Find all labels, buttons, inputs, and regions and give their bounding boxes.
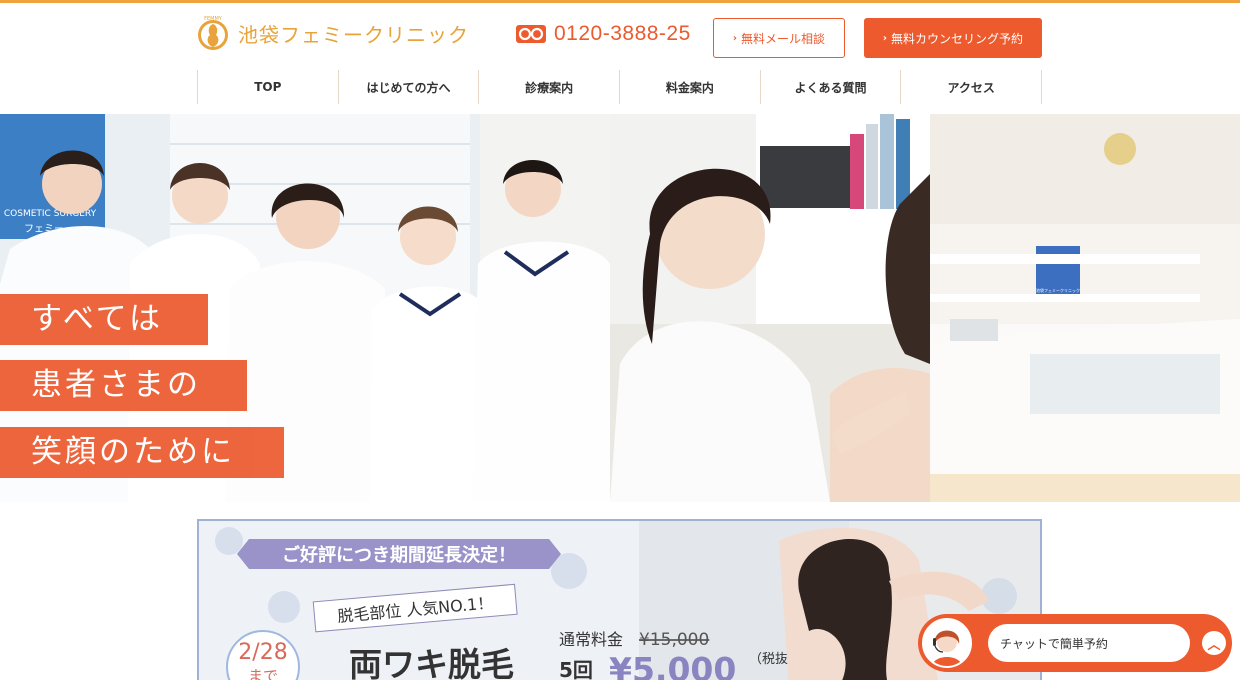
- reserve-button-label: 無料カウンセリング予約: [891, 31, 1024, 46]
- logo-emblem-text: FEMMY: [204, 16, 223, 22]
- reception-sign-text: 池袋フェミークリニック: [1036, 287, 1080, 293]
- chat-avatar: [922, 618, 972, 668]
- reception-photo: 池袋フェミークリニック: [930, 114, 1240, 502]
- nav-item-top[interactable]: TOP: [197, 70, 338, 104]
- chevron-up-icon[interactable]: ︿: [1202, 631, 1226, 655]
- top-accent-line: [0, 0, 1240, 3]
- banner-tax-note: （税抜: [749, 651, 788, 667]
- nav-item-faq[interactable]: よくある質問: [759, 70, 901, 104]
- chat-reservation-label[interactable]: チャットで簡単予約: [988, 624, 1190, 662]
- banner-deadline-date: 2/28: [238, 640, 287, 665]
- nav-item-treatments[interactable]: 診療案内: [478, 70, 619, 104]
- banner-count: 5回: [559, 658, 593, 680]
- global-nav: TOP はじめての方へ 診療案内 料金案内 よくある質問 アクセス: [197, 70, 1043, 104]
- logo-text: 池袋フェミークリニック: [238, 22, 469, 47]
- mail-button-label: 無料メール相談: [741, 31, 826, 46]
- chat-reservation-widget[interactable]: チャットで簡単予約 ︿: [918, 614, 1232, 672]
- hero-photo-collage: COSMETIC SURGERY フェミー 池袋フェミークリニック すべては 患…: [0, 114, 1240, 502]
- hero-tagline-line-3: 笑顔のために: [0, 427, 284, 478]
- site-logo[interactable]: FEMMY 池袋フェミークリニック: [196, 14, 469, 52]
- free-mail-consultation-button[interactable]: › 無料メール相談: [713, 18, 845, 58]
- campaign-banner[interactable]: ご好評につき期間延長決定！ 脱毛部位 人気NO.1！ 2/28 まで 両ワキ脱毛…: [197, 519, 1042, 680]
- nav-item-pricing[interactable]: 料金案内: [619, 70, 760, 104]
- hero-tagline-line-1: すべては: [0, 294, 208, 345]
- nav-item-access[interactable]: アクセス: [900, 70, 1043, 104]
- free-counseling-reservation-button[interactable]: › 無料カウンセリング予約: [864, 18, 1042, 58]
- banner-title: 両ワキ脱毛: [349, 645, 514, 680]
- banner-deadline-suffix: まで: [248, 667, 278, 680]
- free-dial-icon: [516, 25, 546, 43]
- logo-emblem-icon: FEMMY: [198, 16, 228, 50]
- hero-tagline-line-2: 患者さまの: [0, 360, 247, 411]
- phone-number-block[interactable]: 0120-3888-25: [516, 22, 691, 46]
- nav-item-first-visit[interactable]: はじめての方へ: [337, 70, 479, 104]
- banner-regular-price: ¥15,000: [639, 630, 709, 650]
- banner-regular-price-label: 通常料金: [559, 630, 623, 649]
- chevron-right-icon: ›: [882, 32, 888, 44]
- banner-price: ¥5,000: [609, 650, 736, 680]
- campaign-banner-art: ご好評につき期間延長決定！ 脱毛部位 人気NO.1！ 2/28 まで 両ワキ脱毛…: [199, 521, 1040, 680]
- chevron-right-icon: ›: [732, 32, 738, 44]
- banner-ribbon-text: ご好評につき期間延長決定！: [282, 544, 516, 566]
- phone-number: 0120-3888-25: [554, 22, 691, 45]
- operator-avatar-icon: [924, 620, 970, 666]
- consultation-photo: [610, 114, 930, 502]
